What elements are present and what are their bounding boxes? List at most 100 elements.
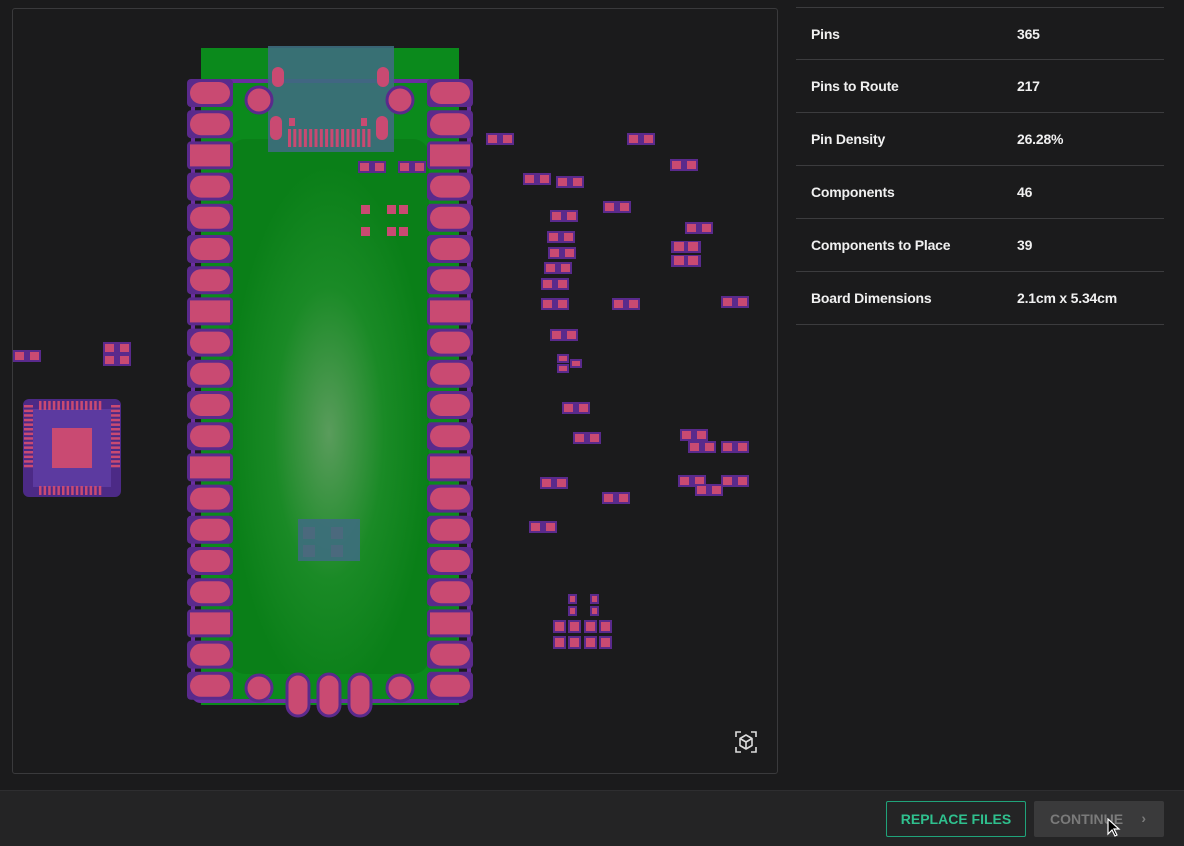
qfn-pin [66,401,70,410]
center-chip [298,519,360,561]
edge-pad [190,674,230,697]
component-pad [564,233,573,241]
component-pad [738,443,747,451]
usb-pin [314,129,318,147]
qfn-pin [39,486,42,495]
component-pad [570,359,582,368]
component-pad [723,477,732,485]
component-pad [687,161,696,169]
qfn-pin [39,401,42,410]
usb-pin [346,129,350,147]
component-pad [387,227,396,236]
component-pad [590,606,599,616]
chevron-right-icon: › [1141,810,1146,826]
qfn-pin [89,486,93,495]
usb-pin [351,129,355,147]
continue-button[interactable]: CONTINUE › [1034,801,1164,837]
qfn-pin [111,464,120,468]
edge-pad [430,518,470,541]
component-pad [688,256,698,265]
component-pad [387,205,396,214]
component-pad [557,364,569,373]
edge-pad [430,362,470,385]
component-pad [674,242,684,251]
component-pad [553,636,566,649]
component-pad [546,523,555,531]
component-pad [558,280,567,288]
component-pad [415,163,424,171]
component-pad [567,212,576,220]
edge-pad [190,612,230,635]
component-pad [584,620,597,633]
edge-pad [430,269,470,292]
edge-pad [430,175,470,198]
component-pad [723,443,732,451]
component-pad [695,477,704,485]
edge-pad [190,425,230,448]
qfn-pin [111,405,120,408]
qfn-pin [94,486,97,495]
pcb-viewer[interactable] [12,8,778,774]
edge-pad [430,238,470,260]
qfn-pin [98,486,102,495]
footer-bar: REPLACE FILES CONTINUE › [0,790,1184,846]
component-pad [702,224,711,232]
component-pad [629,300,638,308]
component-pad [503,135,512,143]
board-stats-table: Pins 365 Pins to Route 217 Pin Density 26.28%… [796,7,1164,325]
qfn-pin [24,437,33,440]
component-pad [590,594,599,604]
component-pad [400,163,409,171]
component-pad [697,431,706,439]
stat-value: 365 [1017,25,1040,42]
component-pad [557,354,569,363]
component-pad [542,479,551,487]
qfn-pin [111,441,120,445]
edge-pad [430,425,470,448]
view-3d-button[interactable] [734,730,758,754]
component-pad [360,163,369,171]
component-pad [361,205,370,214]
usb-pin [367,129,371,147]
component-pad [558,178,567,186]
edge-pad [190,113,230,136]
mounting-hole [385,673,415,703]
ground-plane [229,139,429,674]
edge-pad [190,456,230,479]
qfn-pin [24,455,33,459]
component-pad [567,331,576,339]
edge-pad [430,113,470,136]
stat-label: Pin Density [811,131,886,147]
component-pad [723,298,732,306]
usb-shield-pad [376,116,388,140]
component-pad [550,249,559,257]
usb-pin [356,129,360,147]
component-pad [644,135,653,143]
qfn-pin [66,486,70,495]
replace-files-button[interactable]: REPLACE FILES [886,801,1026,837]
qfn-pin [85,486,88,495]
stat-value: 39 [1017,237,1033,253]
usb-pin [335,129,339,147]
qfn-pin [111,460,120,463]
component-pad [568,620,581,633]
qfn-pin [48,486,51,495]
qfn-pin [24,446,33,449]
component-pad [579,404,588,412]
component-pad [531,523,540,531]
usb-pin [298,129,302,147]
qfn-pin [52,486,56,495]
usb-pin [303,129,307,147]
edge-pad [190,550,230,572]
edge-pad [190,300,230,323]
component-pad [584,636,597,649]
usb-pin [330,129,334,147]
qfn-pin [111,409,120,413]
mounting-hole [244,673,274,703]
qfn-pin [24,441,33,445]
qfn-pin [80,401,83,410]
pcb-canvas[interactable] [13,9,778,774]
component-pad [488,135,497,143]
mounting-hole [244,85,274,115]
component-pad [549,233,558,241]
